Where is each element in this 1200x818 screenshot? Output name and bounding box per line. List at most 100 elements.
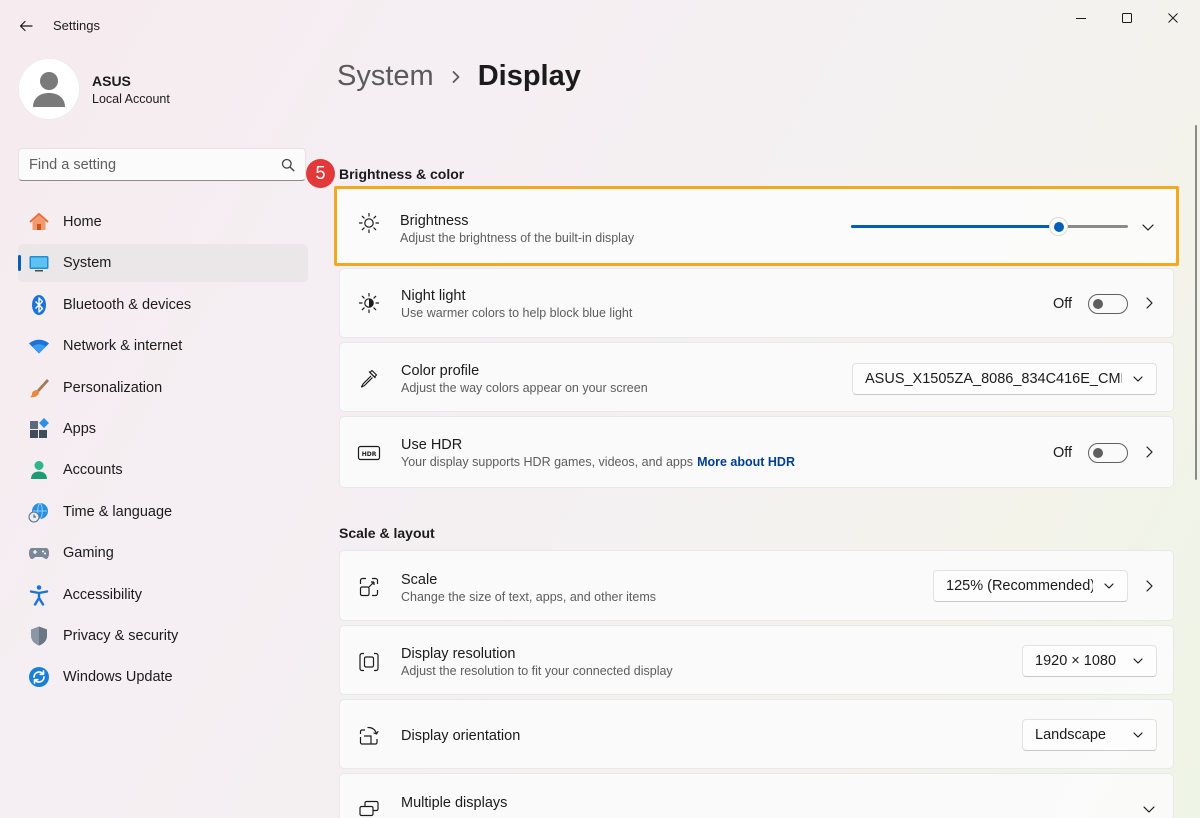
chevron-down-icon xyxy=(1142,224,1154,231)
search-box[interactable] xyxy=(18,148,306,181)
user-profile[interactable]: ASUS Local Account xyxy=(18,58,170,120)
sidebar-item-accounts[interactable]: Accounts xyxy=(18,451,308,489)
orientation-icon xyxy=(357,724,381,748)
minimize-button[interactable] xyxy=(1058,4,1104,32)
display-resolution-dropdown[interactable]: 1920 × 1080 xyxy=(1022,645,1157,677)
multiple-displays-expand-button[interactable] xyxy=(1139,799,1159,818)
display-resolution-card: Display resolution Adjust the resolution… xyxy=(339,625,1174,695)
scrollbar[interactable] xyxy=(1195,125,1197,480)
sidebar-item-network[interactable]: Network & internet xyxy=(18,327,308,365)
chevron-right-icon xyxy=(1146,446,1153,458)
hdr-toggle[interactable] xyxy=(1088,443,1128,463)
color-profile-title: Color profile xyxy=(401,363,480,379)
sidebar-item-label: Accounts xyxy=(63,462,123,479)
sidebar-item-label: Apps xyxy=(63,420,97,437)
chevron-right-icon xyxy=(1146,297,1153,309)
display-orientation-value: Landscape xyxy=(1035,727,1106,743)
sidebar-item-personalization[interactable]: Personalization xyxy=(18,369,308,407)
brightness-title: Brightness xyxy=(400,213,469,229)
color-profile-dropdown[interactable]: ASUS_X1505ZA_8086_834C416E_CMDEF xyxy=(852,363,1157,395)
accounts-icon xyxy=(28,459,50,481)
maximize-icon xyxy=(1122,13,1132,23)
hdr-description: Your display supports HDR games, videos,… xyxy=(401,455,694,469)
night-light-description: Use warmer colors to help block blue lig… xyxy=(401,306,633,320)
time-language-icon xyxy=(28,501,50,523)
multiple-displays-card[interactable]: Multiple displays xyxy=(339,773,1174,818)
sidebar-item-privacy-security[interactable]: Privacy & security xyxy=(18,617,308,655)
breadcrumb-parent[interactable]: System xyxy=(337,60,434,93)
bluetooth-icon xyxy=(28,294,50,316)
scale-icon xyxy=(357,575,381,599)
sidebar-item-time-language[interactable]: Time & language xyxy=(18,493,308,531)
breadcrumb: System Display xyxy=(337,60,581,93)
night-light-state: Off xyxy=(1053,296,1073,312)
avatar xyxy=(18,58,80,120)
scale-open-button[interactable] xyxy=(1139,576,1159,596)
title-bar: Settings xyxy=(0,0,1200,52)
shield-icon xyxy=(28,625,50,647)
hdr-state: Off xyxy=(1053,445,1073,461)
scale-dropdown[interactable]: 125% (Recommended) xyxy=(933,570,1128,602)
display-orientation-card: Display orientation Landscape xyxy=(339,699,1174,769)
eyedropper-icon xyxy=(357,366,381,390)
multiple-displays-icon xyxy=(357,798,381,818)
sidebar-item-label: Gaming xyxy=(63,545,114,562)
maximize-button[interactable] xyxy=(1104,4,1150,32)
chevron-right-icon xyxy=(450,70,462,84)
step-badge: 5 xyxy=(306,159,335,188)
chevron-down-icon xyxy=(1132,731,1144,739)
sidebar-item-label: Bluetooth & devices xyxy=(63,296,192,313)
minimize-icon xyxy=(1076,18,1086,19)
section-heading-brightness-color: Brightness & color xyxy=(339,166,465,182)
close-button[interactable] xyxy=(1150,4,1196,32)
night-light-open-button[interactable] xyxy=(1139,293,1159,313)
sidebar-item-windows-update[interactable]: Windows Update xyxy=(18,658,308,696)
color-profile-card: Color profile Adjust the way colors appe… xyxy=(339,342,1174,412)
multiple-displays-title: Multiple displays xyxy=(401,795,508,811)
apps-icon xyxy=(28,418,50,440)
sidebar-item-apps[interactable]: Apps xyxy=(18,410,308,448)
scale-card[interactable]: Scale Change the size of text, apps, and… xyxy=(339,550,1174,621)
profile-name: ASUS xyxy=(92,72,131,89)
back-arrow-icon xyxy=(19,20,33,32)
hdr-open-button[interactable] xyxy=(1139,442,1159,462)
hdr-title: Use HDR xyxy=(401,437,463,453)
windows-update-icon xyxy=(28,666,50,688)
sidebar-item-label: Time & language xyxy=(63,503,173,520)
sidebar-item-gaming[interactable]: Gaming xyxy=(18,534,308,572)
display-resolution-description: Adjust the resolution to fit your connec… xyxy=(401,664,673,678)
sun-icon xyxy=(357,211,381,235)
search-input[interactable] xyxy=(29,156,281,173)
sidebar-item-label: Network & internet xyxy=(63,338,183,355)
brightness-expand-button[interactable] xyxy=(1138,217,1158,237)
profile-account-type: Local Account xyxy=(92,91,170,106)
display-orientation-title: Display orientation xyxy=(401,728,521,744)
wifi-icon xyxy=(28,335,50,357)
close-icon xyxy=(1168,13,1178,23)
brightness-slider[interactable] xyxy=(851,217,1128,236)
night-light-toggle[interactable] xyxy=(1088,294,1128,314)
sidebar-item-home[interactable]: Home xyxy=(18,203,308,241)
back-button[interactable] xyxy=(14,14,38,38)
hdr-description-row: Your display supports HDR games, videos,… xyxy=(401,455,795,469)
night-light-card[interactable]: Night light Use warmer colors to help bl… xyxy=(339,268,1174,338)
user-icon xyxy=(33,72,65,107)
sidebar-item-label: System xyxy=(63,255,112,272)
sidebar-item-bluetooth[interactable]: Bluetooth & devices xyxy=(18,286,308,324)
sidebar-item-system[interactable]: System xyxy=(18,244,308,283)
sidebar-item-accessibility[interactable]: Accessibility xyxy=(18,576,308,614)
sidebar-item-label: Personalization xyxy=(63,379,163,396)
display-orientation-dropdown[interactable]: Landscape xyxy=(1022,719,1157,751)
chevron-down-icon xyxy=(1132,657,1144,665)
scale-value: 125% (Recommended) xyxy=(946,578,1093,594)
hdr-card[interactable]: HDR Use HDR Your display supports HDR ga… xyxy=(339,416,1174,488)
chevron-down-icon xyxy=(1143,806,1155,813)
sidebar-item-label: Home xyxy=(63,214,102,230)
scale-description: Change the size of text, apps, and other… xyxy=(401,590,657,604)
section-heading-scale-layout: Scale & layout xyxy=(339,525,435,541)
sidebar-item-label: Privacy & security xyxy=(63,627,179,644)
gamepad-icon xyxy=(28,542,50,564)
more-about-hdr-link[interactable]: More about HDR xyxy=(697,455,795,469)
chevron-down-icon xyxy=(1103,582,1115,590)
scale-title: Scale xyxy=(401,572,438,588)
